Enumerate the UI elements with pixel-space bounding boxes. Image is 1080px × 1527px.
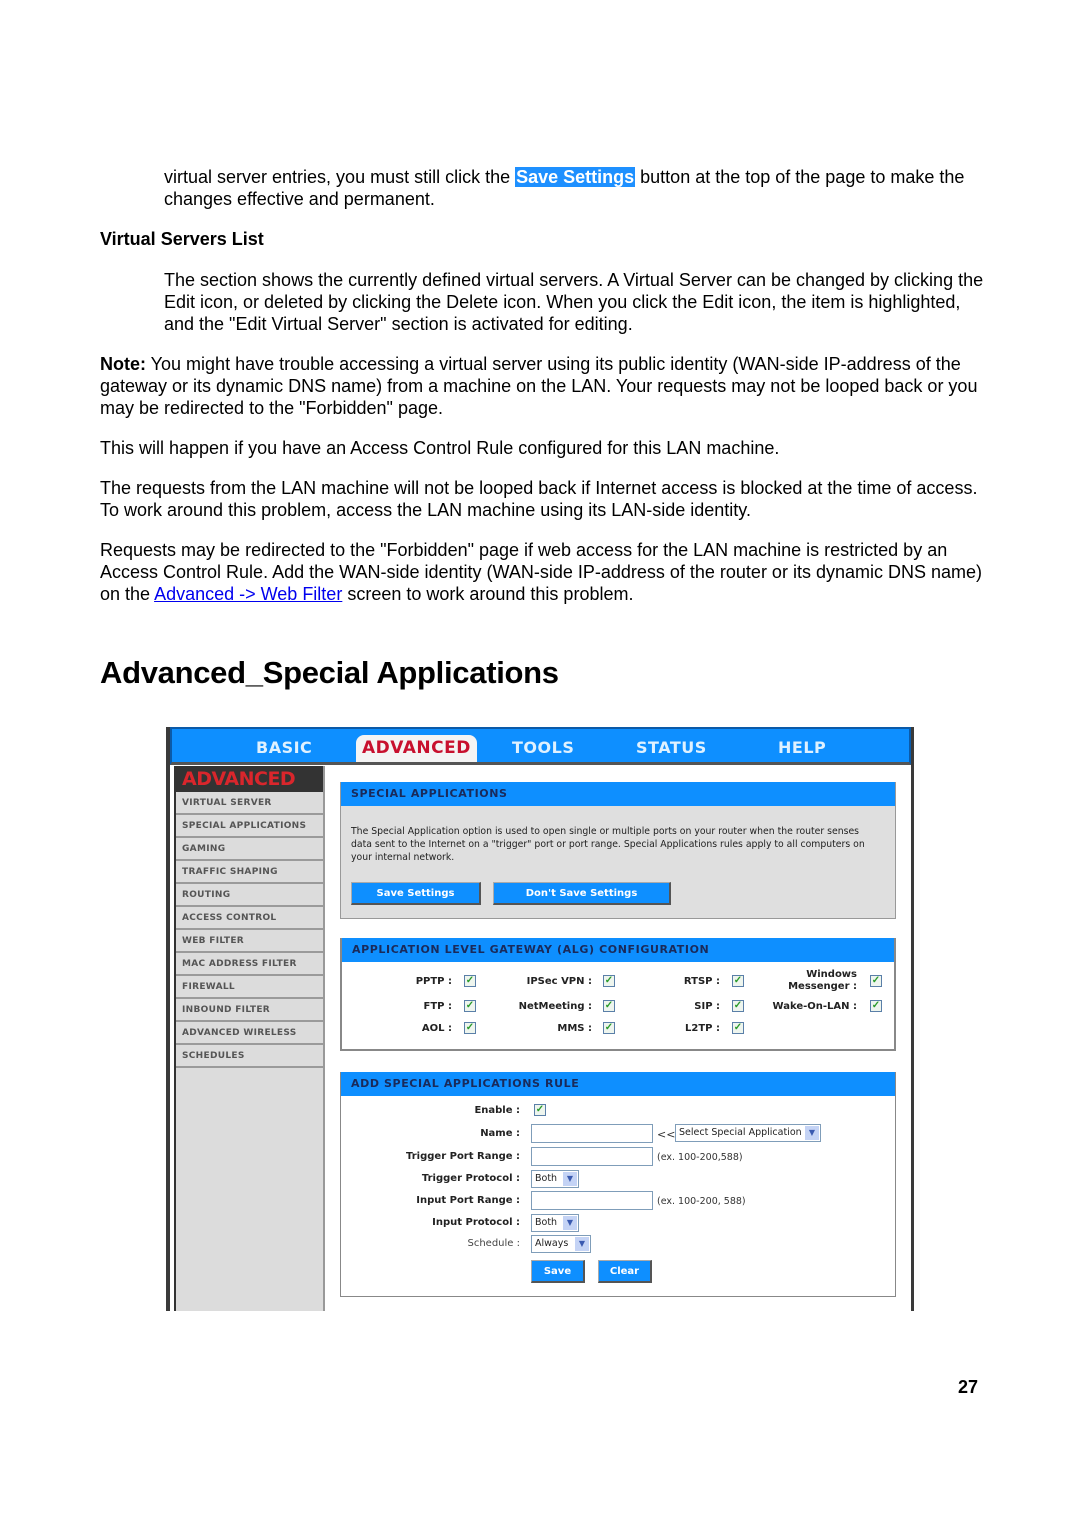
enable-label: Enable : xyxy=(474,1105,520,1116)
page-heading: Advanced_Special Applications xyxy=(100,655,559,690)
section-subheading: Virtual Servers List xyxy=(100,229,264,249)
sidebar-item-inbound-filter[interactable]: INBOUND FILTER xyxy=(176,999,323,1022)
sidebar-item-gaming[interactable]: GAMING xyxy=(176,838,323,861)
alg-label-ipsec-vpn: IPSec VPN : xyxy=(526,976,592,987)
enable-checkbox[interactable]: ✓ xyxy=(534,1104,546,1116)
alg-label-wake-on-lan: Wake-On-LAN : xyxy=(772,1001,857,1012)
save-settings-highlight: Save Settings xyxy=(515,167,636,187)
input-port-range-input[interactable] xyxy=(531,1191,653,1210)
alg-label-ftp: FTP : xyxy=(423,1001,452,1012)
special-applications-title: SPECIAL APPLICATIONS xyxy=(341,782,895,806)
sidebar: ADVANCED VIRTUAL SERVER SPECIAL APPLICAT… xyxy=(174,766,325,1311)
add-rule-panel: ADD SPECIAL APPLICATIONS RULE Enable : ✓… xyxy=(340,1072,896,1297)
sidebar-item-advanced-wireless[interactable]: ADVANCED WIRELESS xyxy=(176,1022,323,1045)
note-paragraph: Note: You might have trouble accessing a… xyxy=(100,354,978,418)
requests-paragraph: The requests from the LAN machine will n… xyxy=(100,478,978,520)
sidebar-title: ADVANCED xyxy=(176,766,323,792)
schedule-label: Schedule : xyxy=(467,1238,521,1249)
name-copy-arrow: << xyxy=(657,1128,676,1141)
save-settings-button[interactable]: Save Settings xyxy=(351,882,481,905)
input-port-range-label: Input Port Range : xyxy=(416,1195,520,1206)
virtual-servers-list-paragraph: The section shows the currently defined … xyxy=(164,270,984,334)
rule-clear-button[interactable]: Clear xyxy=(598,1260,652,1283)
alg-label-netmeeting: NetMeeting : xyxy=(518,1001,592,1012)
sidebar-item-web-filter[interactable]: WEB FILTER xyxy=(176,930,323,953)
name-label: Name : xyxy=(480,1128,520,1139)
alg-checkbox-rtsp[interactable]: ✓ xyxy=(732,975,744,987)
alg-label-pptp: PPTP : xyxy=(415,976,452,987)
chevron-down-icon: ▼ xyxy=(563,1172,577,1186)
alg-label-windows-messenger: Windows Messenger : xyxy=(788,969,857,992)
redirect-paragraph: Requests may be redirected to the "Forbi… xyxy=(100,540,982,604)
alg-checkbox-sip[interactable]: ✓ xyxy=(732,1000,744,1012)
alg-label-aol: AOL : xyxy=(421,1023,452,1034)
chevron-down-icon: ▼ xyxy=(805,1126,819,1140)
trigger-protocol-label: Trigger Protocol : xyxy=(421,1173,520,1184)
add-rule-title: ADD SPECIAL APPLICATIONS RULE xyxy=(341,1072,895,1096)
tab-basic[interactable]: BASIC xyxy=(256,738,312,757)
sidebar-item-mac-address-filter[interactable]: MAC ADDRESS FILTER xyxy=(176,953,323,976)
schedule-select[interactable]: Always ▼ xyxy=(531,1235,591,1253)
alg-checkbox-windows-messenger[interactable]: ✓ xyxy=(870,975,882,987)
name-input[interactable] xyxy=(531,1124,653,1143)
special-application-select[interactable]: Select Special Application ▼ xyxy=(675,1124,821,1142)
tab-advanced[interactable]: ADVANCED xyxy=(356,735,477,762)
alg-checkbox-aol[interactable]: ✓ xyxy=(464,1022,476,1034)
special-applications-description: The Special Application option is used t… xyxy=(351,826,865,863)
alg-label-l2tp: L2TP : xyxy=(685,1023,720,1034)
alg-label-mms: MMS : xyxy=(557,1023,592,1034)
alg-checkbox-netmeeting[interactable]: ✓ xyxy=(603,1000,615,1012)
tab-status[interactable]: STATUS xyxy=(636,738,707,757)
tab-tools[interactable]: TOOLS xyxy=(512,738,574,757)
sidebar-item-firewall[interactable]: FIREWALL xyxy=(176,976,323,999)
router-screenshot: BASIC ADVANCED TOOLS STATUS HELP ADVANCE… xyxy=(166,727,914,1311)
sidebar-item-virtual-server[interactable]: VIRTUAL SERVER xyxy=(176,792,323,815)
alg-checkbox-mms[interactable]: ✓ xyxy=(603,1022,615,1034)
intro-paragraph: virtual server entries, you must still c… xyxy=(164,167,965,209)
input-protocol-select[interactable]: Both ▼ xyxy=(531,1214,579,1232)
input-port-range-hint: (ex. 100-200, 588) xyxy=(657,1196,746,1207)
page-number: 27 xyxy=(958,1377,979,1397)
trigger-port-range-input[interactable] xyxy=(531,1147,653,1166)
happen-paragraph: This will happen if you have an Access C… xyxy=(100,438,780,458)
sidebar-item-schedules[interactable]: SCHEDULES xyxy=(176,1045,323,1068)
alg-label-sip: SIP : xyxy=(694,1001,720,1012)
sidebar-item-special-applications[interactable]: SPECIAL APPLICATIONS xyxy=(176,815,323,838)
trigger-protocol-select[interactable]: Both ▼ xyxy=(531,1170,579,1188)
tab-help[interactable]: HELP xyxy=(778,738,826,757)
sidebar-item-routing[interactable]: ROUTING xyxy=(176,884,323,907)
alg-checkbox-ftp[interactable]: ✓ xyxy=(464,1000,476,1012)
sidebar-item-access-control[interactable]: ACCESS CONTROL xyxy=(176,907,323,930)
note-label: Note: xyxy=(100,354,146,374)
top-nav: BASIC ADVANCED TOOLS STATUS HELP xyxy=(170,727,911,765)
alg-label-rtsp: RTSP : xyxy=(683,976,720,987)
trigger-port-range-label: Trigger Port Range : xyxy=(406,1151,520,1162)
alg-checkbox-l2tp[interactable]: ✓ xyxy=(732,1022,744,1034)
chevron-down-icon: ▼ xyxy=(575,1237,589,1251)
special-applications-panel: SPECIAL APPLICATIONS The Special Applica… xyxy=(340,782,896,919)
sidebar-item-traffic-shaping[interactable]: TRAFFIC SHAPING xyxy=(176,861,323,884)
dont-save-settings-button[interactable]: Don't Save Settings xyxy=(493,882,671,905)
alg-config-title: APPLICATION LEVEL GATEWAY (ALG) CONFIGUR… xyxy=(342,938,894,962)
rule-save-button[interactable]: Save xyxy=(531,1260,585,1283)
web-filter-link[interactable]: Advanced -> Web Filter xyxy=(154,584,342,604)
alg-checkbox-pptp[interactable]: ✓ xyxy=(464,975,476,987)
input-protocol-label: Input Protocol : xyxy=(432,1217,520,1228)
alg-checkbox-wake-on-lan[interactable]: ✓ xyxy=(870,1000,882,1012)
chevron-down-icon: ▼ xyxy=(563,1216,577,1230)
alg-config-panel: APPLICATION LEVEL GATEWAY (ALG) CONFIGUR… xyxy=(340,938,896,1051)
trigger-port-range-hint: (ex. 100-200,588) xyxy=(657,1152,743,1163)
alg-checkbox-ipsec-vpn[interactable]: ✓ xyxy=(603,975,615,987)
